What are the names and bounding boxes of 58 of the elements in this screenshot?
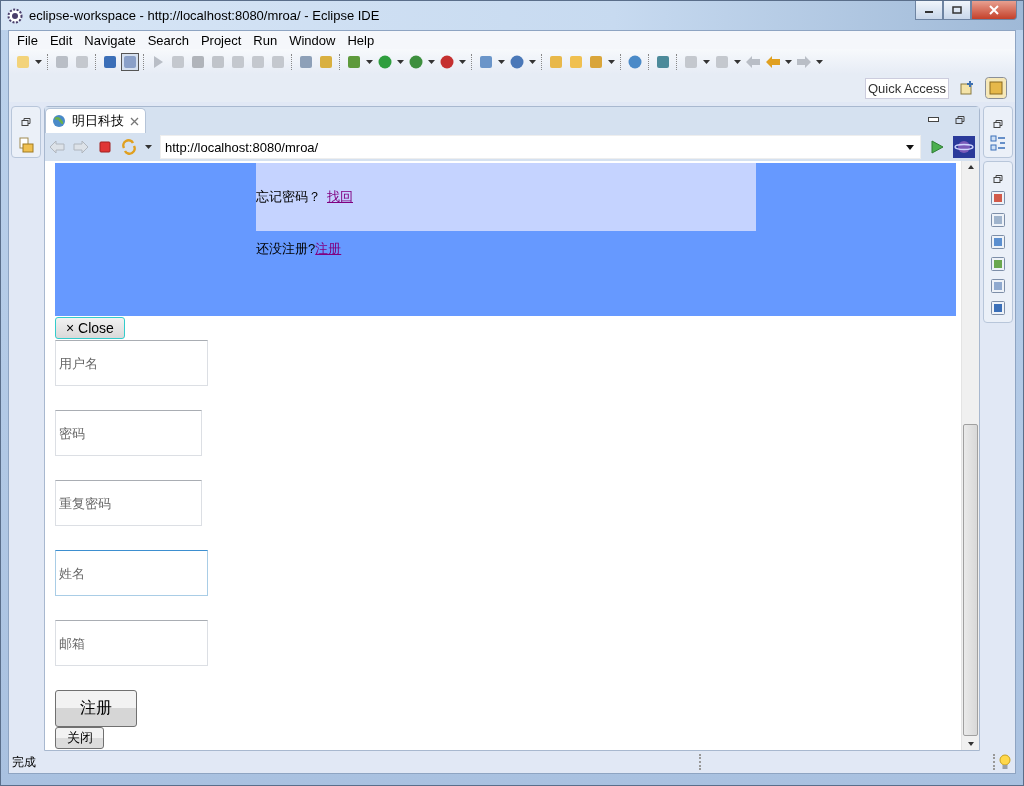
open-perspective-icon[interactable] <box>959 80 975 96</box>
scrollbar-thumb[interactable] <box>963 424 978 736</box>
dropdown-caret-icon[interactable] <box>816 59 823 64</box>
dropdown-caret-icon[interactable] <box>145 145 152 149</box>
dropdown-caret-icon[interactable] <box>906 144 914 150</box>
window-title: eclipse-workspace - http://localhost:8080/mroa/ - Eclipse IDE <box>29 8 381 23</box>
dropdown-caret-icon[interactable] <box>35 59 42 64</box>
dropdown-caret-icon[interactable] <box>785 59 792 64</box>
vertical-scrollbar[interactable] <box>961 161 979 750</box>
url-field[interactable]: http://localhost:8080/mroa/ <box>160 135 921 159</box>
menu-item[interactable]: File <box>11 32 44 48</box>
menu-item[interactable]: Run <box>247 32 284 48</box>
close-button[interactable]: 关闭 <box>55 727 104 749</box>
close-button[interactable]: × Close <box>55 317 125 339</box>
text-input-field[interactable]: 邮箱 <box>55 620 208 666</box>
recover-link[interactable]: 找回 <box>327 188 353 206</box>
close-icon <box>989 5 999 15</box>
status-text: 完成 <box>12 753 36 771</box>
menu-item[interactable]: Navigate <box>78 32 142 48</box>
maximize-icon <box>952 6 962 14</box>
text-input-field[interactable]: 密码 <box>55 410 202 456</box>
menu-item[interactable]: Search <box>141 32 195 48</box>
minimize-button[interactable] <box>915 1 943 20</box>
text-input-field[interactable]: 重复密码 <box>55 480 202 526</box>
minimize-icon[interactable] <box>928 117 939 123</box>
text-input-field[interactable]: 姓名 <box>55 550 208 596</box>
menu-item[interactable]: Window <box>283 32 342 48</box>
menu-item[interactable]: Help <box>341 32 381 48</box>
register-button[interactable]: 注册 <box>55 690 137 727</box>
eclipse-logo-icon <box>7 7 23 24</box>
dropdown-caret-icon[interactable] <box>734 59 741 64</box>
restore-icon[interactable] <box>993 119 1003 129</box>
dropdown-caret-icon[interactable] <box>608 59 615 64</box>
lightbulb-icon[interactable] <box>999 754 1011 770</box>
register-prompt-text: 还没注册? <box>256 241 316 256</box>
go-icon[interactable] <box>929 139 945 155</box>
dropdown-caret-icon[interactable] <box>498 59 505 64</box>
maximize-button[interactable] <box>943 1 971 20</box>
menu-item[interactable]: Project <box>194 32 248 48</box>
dropdown-caret-icon[interactable] <box>397 59 404 64</box>
dropdown-caret-icon[interactable] <box>529 59 536 64</box>
text-input-field[interactable]: 用户名 <box>55 340 208 386</box>
restore-icon[interactable] <box>21 117 31 127</box>
editor-tab[interactable]: 明日科技 <box>45 108 146 133</box>
outline-icon[interactable] <box>990 135 1006 151</box>
forgot-password-text: 忘记密码？ <box>256 188 321 206</box>
planet-icon[interactable] <box>953 136 975 158</box>
close-icon[interactable] <box>130 116 139 126</box>
dropdown-caret-icon[interactable] <box>366 59 373 64</box>
menu-item[interactable]: Edit <box>43 32 79 48</box>
close-button[interactable] <box>971 1 1017 20</box>
restore-icon[interactable] <box>955 115 965 125</box>
quick-access-field[interactable]: Quick Access <box>865 77 949 99</box>
dropdown-caret-icon[interactable] <box>703 59 710 64</box>
project-explorer-icon[interactable] <box>18 137 34 153</box>
dropdown-caret-icon[interactable] <box>428 59 435 64</box>
dropdown-caret-icon[interactable] <box>459 59 466 64</box>
restore-icon[interactable] <box>993 174 1003 184</box>
